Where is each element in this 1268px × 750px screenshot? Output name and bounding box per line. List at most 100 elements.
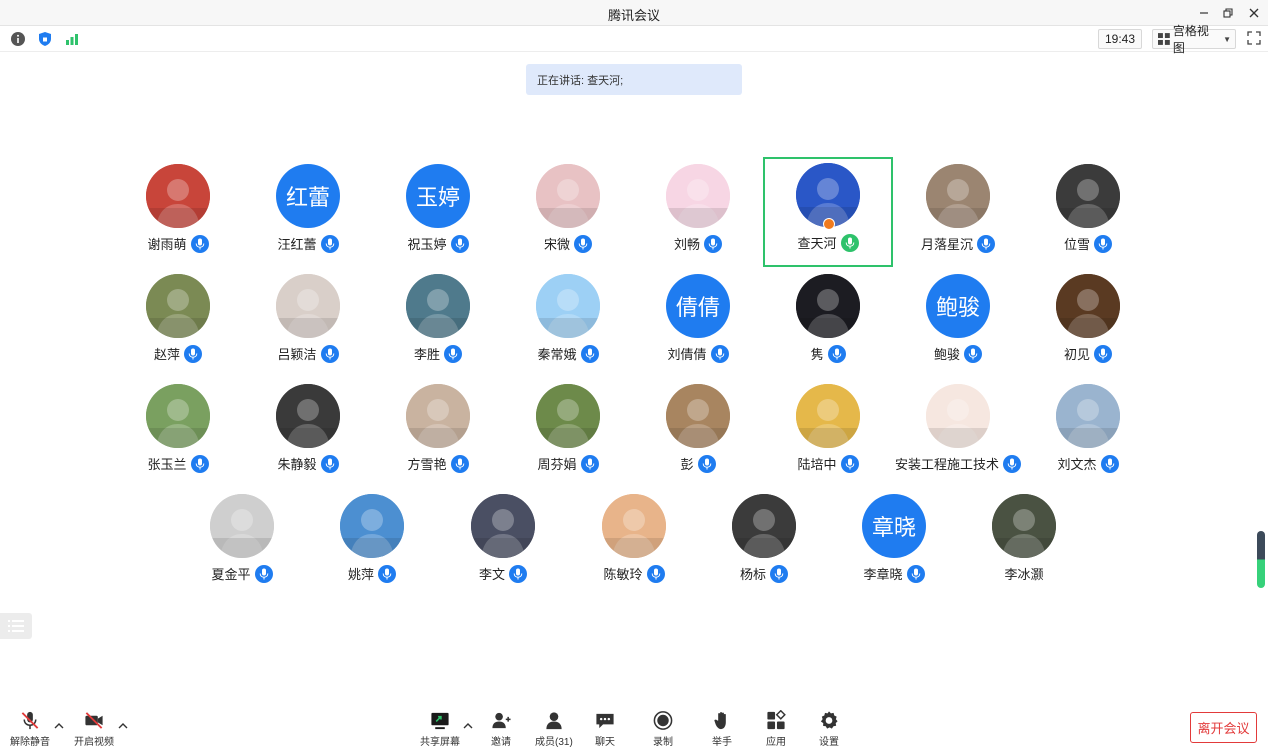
- avatar: [276, 384, 340, 448]
- participant-name-row: 刘文杰: [1023, 454, 1153, 473]
- record-button[interactable]: 录制: [652, 710, 674, 748]
- participant-name-row: 宋微: [503, 234, 633, 253]
- participant-tile[interactable]: 倩倩刘倩倩: [633, 268, 763, 378]
- mic-status-icon: [1094, 234, 1112, 253]
- leave-meeting-button[interactable]: 离开会议: [1190, 712, 1257, 743]
- participant-tile[interactable]: 赵萍: [113, 268, 243, 378]
- avatar-photo: [1056, 274, 1120, 338]
- participant-name-row: 陈敏玲: [569, 564, 699, 583]
- avatar: [146, 274, 210, 338]
- mic-status-icon: [184, 344, 202, 363]
- participant-name: 吕颖洁: [277, 347, 317, 362]
- participant-name: 刘倩倩: [667, 347, 707, 362]
- participant-tile[interactable]: 谢雨萌: [113, 158, 243, 268]
- apps-button[interactable]: 应用: [765, 710, 787, 748]
- participant-tile[interactable]: 章晓 李章晓: [829, 488, 959, 598]
- mic-icon: [1007, 458, 1017, 469]
- participant-tile[interactable]: 隽: [763, 268, 893, 378]
- mic-icon: [325, 348, 334, 359]
- avatar: [276, 274, 340, 338]
- avatar: [992, 494, 1056, 558]
- participant-tile[interactable]: 宋微: [503, 158, 633, 268]
- avatar: [146, 384, 210, 448]
- mic-status-icon: [320, 234, 339, 253]
- start-video-label: 开启视频: [74, 737, 114, 748]
- participant-tile[interactable]: 张玉兰: [113, 378, 243, 488]
- invite-button[interactable]: 邀请: [490, 710, 512, 748]
- restore-icon: [1223, 8, 1233, 18]
- participant-name-row: 周芬娟: [503, 454, 633, 473]
- participant-tile[interactable]: 初见: [1023, 268, 1153, 378]
- share-screen-button[interactable]: 共享屏幕: [420, 710, 460, 748]
- mic-status-icon: [444, 344, 462, 363]
- avatar-photo: [536, 164, 600, 228]
- mic-icon: [651, 568, 660, 579]
- participant-tile[interactable]: 刘畅: [633, 158, 763, 268]
- participant-name: 谢雨萌: [147, 237, 187, 252]
- participant-tile[interactable]: 查天河: [763, 157, 893, 267]
- avatar: [210, 494, 274, 558]
- mic-icon: [1098, 238, 1108, 249]
- mic-icon: [774, 568, 784, 579]
- participant-tile[interactable]: 李冰灏: [959, 488, 1089, 598]
- unmute-button[interactable]: 解除静音: [10, 710, 50, 748]
- participant-tile[interactable]: 玉婷 祝玉婷: [373, 158, 503, 268]
- raise-hand-button[interactable]: 举手: [711, 710, 733, 748]
- security-button[interactable]: [36, 30, 54, 48]
- participant-tile[interactable]: 姚萍: [307, 488, 437, 598]
- participant-tile[interactable]: 秦常娥: [503, 268, 633, 378]
- add-user-icon: [492, 712, 511, 729]
- participant-list-toggle[interactable]: [0, 613, 32, 639]
- participant-tile[interactable]: 红蕾 汪红蕾: [243, 158, 373, 268]
- chat-button[interactable]: 聊天: [594, 710, 616, 748]
- participant-tile[interactable]: 月落星沉: [893, 158, 1023, 268]
- avatar: [1056, 384, 1120, 448]
- participant-tile[interactable]: 周芬娟: [503, 378, 633, 488]
- participant-tile[interactable]: 杨标: [699, 488, 829, 598]
- participant-tile[interactable]: 安装工程施工技术: [893, 378, 1023, 488]
- participant-name-row: 赵萍: [113, 344, 243, 363]
- restore-button[interactable]: [1218, 3, 1238, 23]
- participant-tile[interactable]: 方雪艳: [373, 378, 503, 488]
- mic-icon: [832, 348, 841, 359]
- participant-tile[interactable]: 朱静毅: [243, 378, 373, 488]
- settings-label: 设置: [819, 737, 839, 748]
- participant-name: 隽: [810, 347, 824, 362]
- mic-icon: [455, 238, 464, 249]
- share-options-chevron-icon[interactable]: [462, 720, 474, 732]
- participant-name: 宋微: [543, 237, 570, 252]
- participant-tile[interactable]: 陆培中: [763, 378, 893, 488]
- gear-icon: [820, 711, 838, 729]
- participant-tile[interactable]: 刘文杰: [1023, 378, 1153, 488]
- avatar-initials: 倩倩: [675, 296, 720, 321]
- participant-name-row: 彭: [633, 454, 763, 473]
- settings-button[interactable]: 设置: [818, 710, 840, 748]
- avatar-photo: [210, 494, 274, 558]
- close-button[interactable]: [1244, 3, 1264, 23]
- participant-name: 李胜: [413, 347, 440, 362]
- meeting-info-button[interactable]: [9, 30, 27, 48]
- members-button[interactable]: 成员(31): [535, 710, 573, 748]
- participant-tile[interactable]: 彭: [633, 378, 763, 488]
- fullscreen-button[interactable]: [1246, 30, 1264, 48]
- participant-tile[interactable]: 位雪: [1023, 158, 1153, 268]
- mic-icon: [702, 458, 711, 469]
- avatar-photo: [146, 164, 210, 228]
- participant-tile[interactable]: 李胜: [373, 268, 503, 378]
- participant-tile[interactable]: 鲍骏 鲍骏: [893, 268, 1023, 378]
- participant-name: 鲍骏: [933, 347, 960, 362]
- mic-icon: [513, 568, 523, 579]
- participant-tile[interactable]: 吕颖洁: [243, 268, 373, 378]
- minimize-button[interactable]: [1194, 3, 1214, 23]
- mic-options-chevron-icon[interactable]: [53, 720, 65, 732]
- participant-tile[interactable]: 夏金平: [177, 488, 307, 598]
- share-screen-label: 共享屏幕: [420, 737, 460, 748]
- network-quality-button[interactable]: [63, 30, 81, 48]
- video-options-chevron-icon[interactable]: [117, 720, 129, 732]
- start-video-button[interactable]: 开启视频: [74, 710, 114, 748]
- avatar-initials: 红蕾: [285, 186, 330, 211]
- participant-tile[interactable]: 李文: [438, 488, 568, 598]
- avatar-photo: [1056, 164, 1120, 228]
- participant-tile[interactable]: 陈敏玲: [569, 488, 699, 598]
- view-mode-select[interactable]: 宫格视图 ▼: [1152, 24, 1236, 55]
